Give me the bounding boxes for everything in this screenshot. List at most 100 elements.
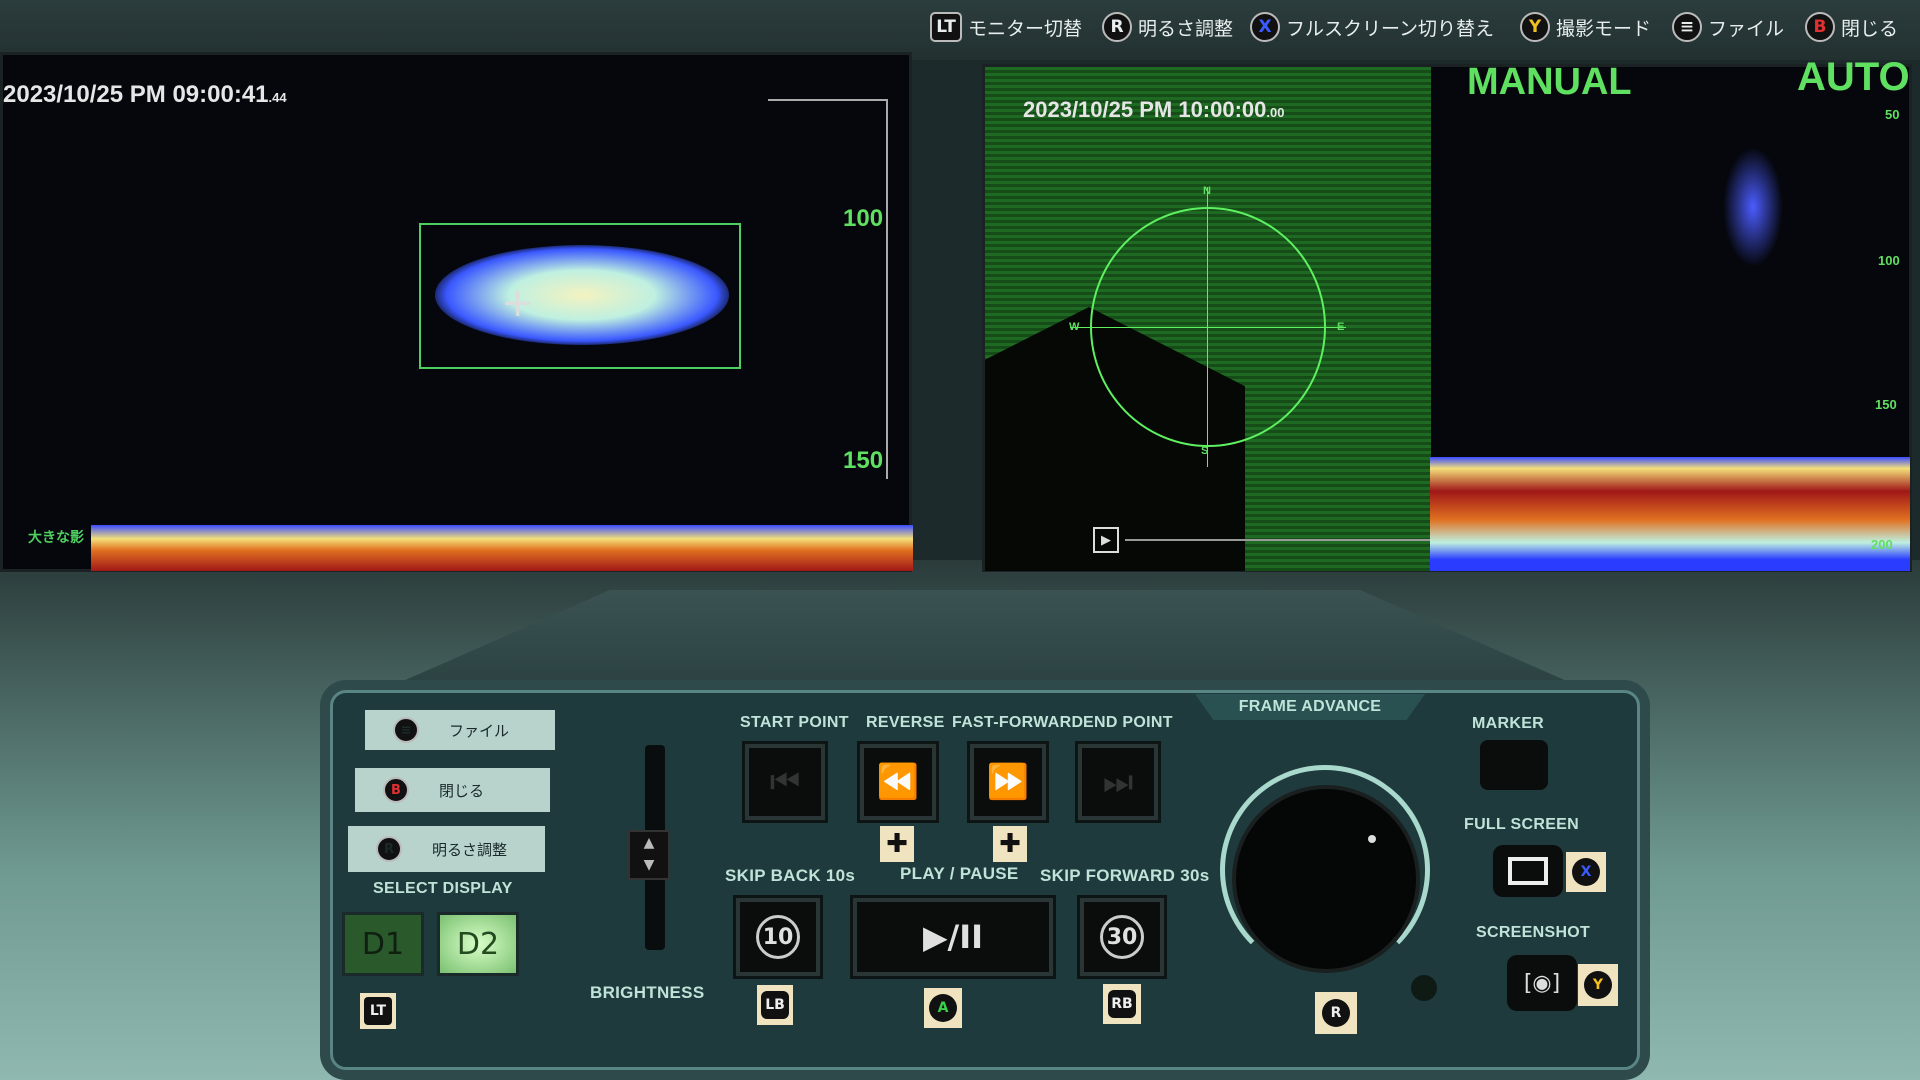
play-pause-icon: ▶/II — [922, 918, 984, 956]
mode-manual[interactable]: MANUAL — [1467, 61, 1632, 104]
r-tag: R — [1315, 992, 1357, 1034]
range-bracket — [768, 99, 888, 479]
reverse-button[interactable]: ⏪ — [860, 744, 936, 820]
screenshot-label: SCREENSHOT — [1476, 924, 1591, 941]
skip-end-icon: ⏭ — [1102, 762, 1134, 802]
y-button-icon: Y — [1584, 971, 1612, 999]
sonar-map: N E S W ▶ — [985, 67, 1431, 571]
lt-tag: LT — [360, 993, 396, 1029]
end-point-button[interactable]: ⏭ — [1078, 744, 1158, 820]
start-point-label: START POINT — [740, 714, 849, 731]
lt-button-icon: LT — [930, 12, 962, 42]
knob-indicator — [1368, 835, 1376, 843]
hint-monitor-switch[interactable]: LT モニター切替 — [930, 10, 1082, 44]
file-label: ファイル — [449, 721, 510, 740]
r-stick-icon: R — [376, 836, 402, 862]
hint-fullscreen[interactable]: X フルスクリーン切り替え — [1250, 10, 1494, 44]
sonar-axis — [1070, 327, 1346, 328]
frame-advance-knob[interactable] — [1232, 785, 1420, 973]
target-box[interactable]: + — [419, 223, 741, 369]
dpad-left-tag: ✚ — [880, 826, 914, 862]
depth-label-50: 50 — [1885, 107, 1900, 122]
marker-button[interactable] — [1480, 740, 1548, 790]
y-tag: Y — [1578, 964, 1618, 1006]
lb-tag: LB — [757, 985, 793, 1025]
monitor-2[interactable]: N E S W ▶ 2023/10/25 PM 10:00:00.00 MANU… — [982, 55, 1912, 572]
menu-icon: ≡ — [393, 717, 419, 743]
skip-forward-30-icon: 30 — [1100, 915, 1144, 959]
screenshot-button[interactable]: [◉] — [1507, 955, 1577, 1011]
menu-button-icon: ≡ — [1672, 12, 1702, 42]
skip-start-icon: ⏮ — [769, 762, 801, 802]
b-button-icon: B — [383, 777, 409, 803]
display-d1-button[interactable]: D1 — [342, 912, 424, 976]
a-tag: A — [924, 988, 962, 1028]
skip-forward-label: SKIP FORWARD 30s — [1040, 866, 1210, 885]
camera-icon: [◉] — [1523, 970, 1561, 996]
x-button-icon: X — [1250, 12, 1280, 42]
fast-forward-icon: ⏩ — [986, 762, 1030, 802]
display-d2-button[interactable]: D2 — [437, 912, 519, 976]
r-stick-icon: R — [1102, 12, 1132, 42]
hint-file[interactable]: ≡ ファイル — [1672, 10, 1784, 44]
reverse-label: REVERSE — [866, 714, 945, 731]
hint-photo-mode[interactable]: Y 撮影モード — [1520, 10, 1651, 44]
target-label: 大きな影 — [28, 530, 84, 546]
start-point-button[interactable]: ⏮ — [745, 744, 825, 820]
mode-auto[interactable]: AUTO — [1797, 55, 1910, 100]
x-button-icon: X — [1572, 858, 1600, 886]
depth-label-150: 150 — [1875, 397, 1897, 412]
fast-forward-button[interactable]: ⏩ — [970, 744, 1046, 820]
skip-back-label: SKIP BACK 10s — [725, 866, 856, 885]
fast-forward-label: FAST-FORWARD — [952, 714, 1084, 731]
skip-back-10-icon: 10 — [756, 915, 800, 959]
brightness-label: BRIGHTNESS — [590, 983, 705, 1002]
hint-close[interactable]: B 閉じる — [1805, 10, 1898, 44]
hint-label: 閉じる — [1841, 17, 1899, 40]
rb-tag: RB — [1103, 984, 1141, 1024]
file-button[interactable]: ≡ ファイル — [365, 710, 555, 750]
select-display-label: SELECT DISPLAY — [373, 880, 513, 897]
play-pause-button[interactable]: ▶/II — [853, 898, 1053, 976]
play-pause-label: PLAY / PAUSE — [900, 864, 1019, 883]
y-button-icon: Y — [1520, 12, 1550, 42]
hint-label: フルスクリーン切り替え — [1286, 17, 1495, 40]
dpad-icon: ✚ — [886, 829, 908, 859]
b-button-icon: B — [1805, 12, 1835, 42]
depth-label-100: 100 — [843, 205, 884, 232]
hint-label: 明るさ調整 — [1138, 17, 1234, 40]
close-label: 閉じる — [439, 781, 485, 800]
skip-forward-button[interactable]: 30 — [1080, 898, 1164, 976]
compass-w: W — [1069, 321, 1080, 333]
play-icon[interactable]: ▶ — [1093, 527, 1119, 553]
depth-label-150: 150 — [843, 447, 884, 474]
fullscreen-icon — [1508, 857, 1548, 885]
fish-echo — [435, 245, 729, 345]
hint-label: モニター切替 — [968, 17, 1083, 40]
rb-button-icon: RB — [1108, 990, 1136, 1018]
indicator-led — [1411, 975, 1437, 1001]
hint-brightness[interactable]: R 明るさ調整 — [1102, 10, 1233, 44]
hint-label: ファイル — [1708, 17, 1785, 40]
skip-back-button[interactable]: 10 — [736, 898, 820, 976]
brightness-adjust-button[interactable]: R 明るさ調整 — [348, 826, 545, 872]
depth-label-200: 200 — [1871, 537, 1893, 552]
compass-s: S — [1201, 445, 1209, 457]
close-button[interactable]: B 閉じる — [355, 768, 550, 812]
rewind-icon: ⏪ — [876, 762, 920, 802]
lb-button-icon: LB — [761, 991, 789, 1019]
compass-e: E — [1337, 321, 1345, 333]
full-screen-label: FULL SCREEN — [1464, 816, 1580, 833]
dpad-icon: ✚ — [999, 829, 1021, 859]
brightness-adjust-label: 明るさ調整 — [432, 840, 508, 859]
brightness-slider-handle[interactable]: ▲ ▼ — [628, 830, 670, 880]
crosshair-icon: + — [501, 280, 535, 326]
marker-label: MARKER — [1472, 715, 1545, 732]
lt-button-icon: LT — [364, 997, 392, 1025]
full-screen-button[interactable] — [1493, 845, 1563, 897]
compass-n: N — [1203, 185, 1211, 197]
a-button-icon: A — [929, 994, 957, 1022]
monitor-1[interactable]: 2023/10/25 PM 09:00:41.44 100 150 + 大きな影 — [0, 52, 913, 572]
hint-label: 撮影モード — [1556, 17, 1652, 40]
r-stick-icon: R — [1322, 999, 1350, 1027]
